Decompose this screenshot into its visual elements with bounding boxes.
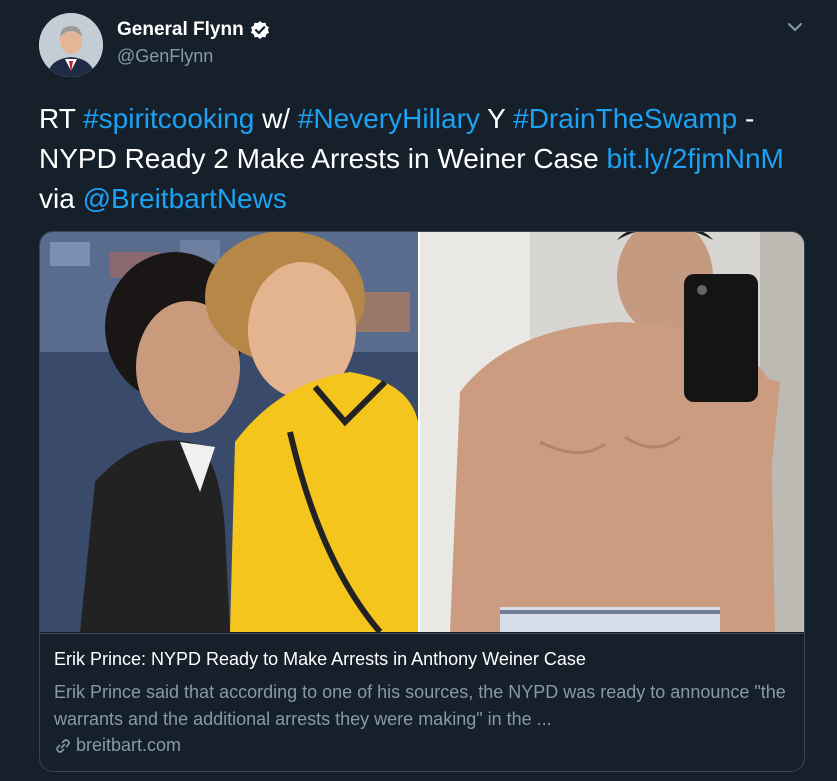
mention-link[interactable]: @BreitbartNews xyxy=(83,183,287,214)
avatar[interactable] xyxy=(39,13,103,77)
card-image[interactable] xyxy=(40,232,804,634)
link-card[interactable]: Erik Prince: NYPD Ready to Make Arrests … xyxy=(39,231,805,772)
author-name-row: General Flynn xyxy=(117,19,270,41)
author-handle[interactable]: @GenFlynn xyxy=(117,46,213,67)
hashtag-link[interactable]: #DrainTheSwamp xyxy=(513,103,737,134)
card-description: Erik Prince said that according to one o… xyxy=(54,682,786,729)
tweet-text-segment: via xyxy=(39,183,83,214)
card-domain: breitbart.com xyxy=(54,735,181,756)
hashtag-link[interactable]: #NeveryHillary xyxy=(298,103,480,134)
author-display-name[interactable]: General Flynn xyxy=(117,19,244,41)
link-icon xyxy=(54,737,72,755)
tweet-text-segment: w/ xyxy=(254,103,298,134)
hashtag-link[interactable]: #spiritcooking xyxy=(83,103,254,134)
card-title: Erik Prince: NYPD Ready to Make Arrests … xyxy=(54,649,586,669)
tweet-text-segment: Y xyxy=(479,103,514,134)
short-url-link[interactable]: bit.ly/2fjmNnM xyxy=(606,143,783,174)
tweet-text: RT #spiritcooking w/ #NeveryHillary Y #D… xyxy=(39,99,819,219)
retweet-prefix: RT xyxy=(39,103,84,134)
card-info[interactable]: Erik Prince: NYPD Ready to Make Arrests … xyxy=(40,633,804,771)
tweet: General Flynn @GenFlynn RT #spiritcookin… xyxy=(0,0,837,781)
card-domain-text: breitbart.com xyxy=(76,735,182,755)
verified-badge-icon xyxy=(250,20,270,40)
chevron-down-icon[interactable] xyxy=(784,16,806,38)
